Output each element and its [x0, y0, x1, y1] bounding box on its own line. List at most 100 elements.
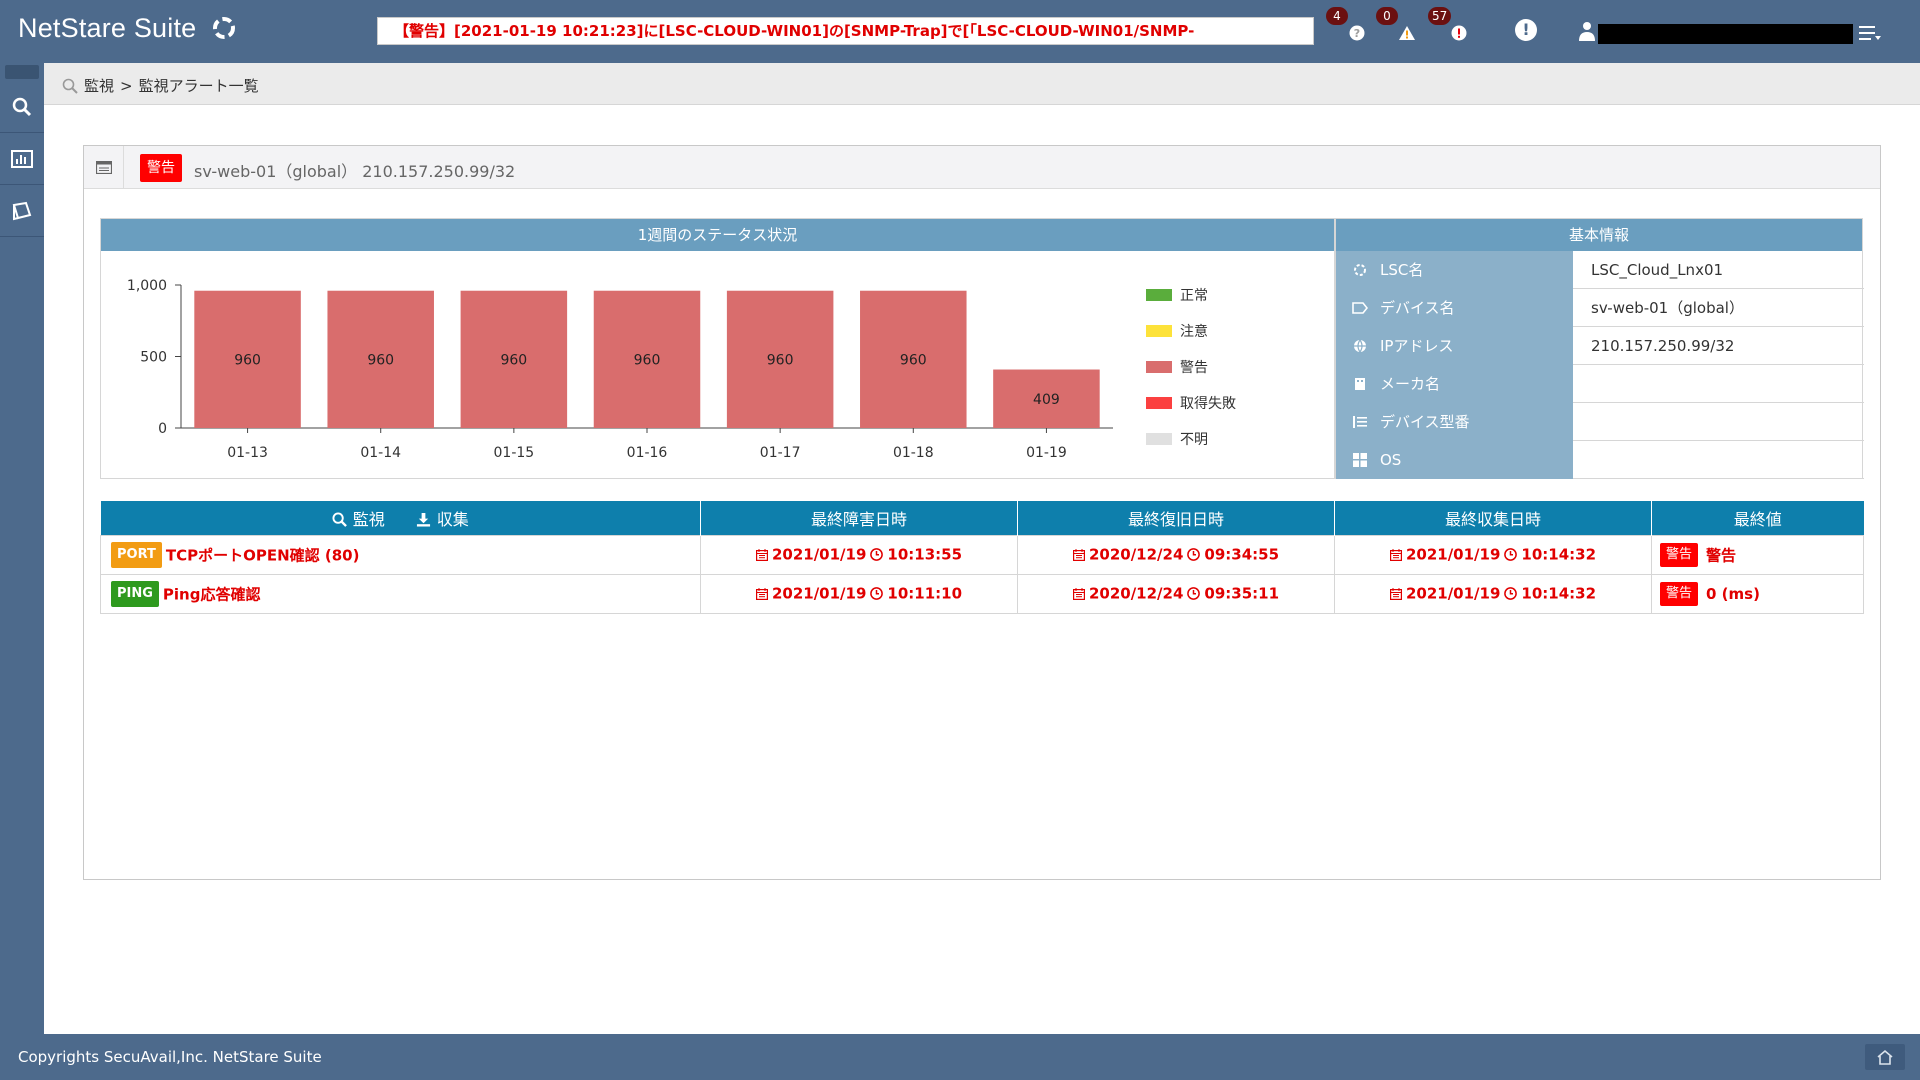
copyright-text: Copyrights SecuAvail,Inc. NetStare Suite: [18, 1048, 322, 1066]
fail-time: 10:11:10: [887, 584, 963, 603]
info-key-label: OS: [1380, 451, 1402, 469]
info-row: メーカ名: [1336, 365, 1864, 403]
last-value: 警告: [1706, 546, 1737, 564]
col-last-value[interactable]: 最終値: [1651, 501, 1864, 535]
last-value: 0 (ms): [1706, 584, 1760, 603]
x-tick-label: 01-13: [227, 445, 268, 461]
last-failure-cell: 2021/01/19 10:11:10: [700, 573, 1018, 614]
user-name-redacted[interactable]: [1598, 24, 1853, 44]
bar-value-label: 409: [1033, 392, 1060, 408]
info-row: デバイス名 sv-web-01（global）: [1336, 289, 1864, 327]
last-recovery-cell: 2020/12/24 09:35:11: [1017, 573, 1335, 614]
info-key-label: デバイス型番: [1380, 413, 1470, 431]
svg-text:?: ?: [1353, 27, 1359, 40]
legend-label: 取得失敗: [1180, 395, 1236, 412]
fail-date: 2021/01/19: [771, 545, 867, 564]
info-row: OS: [1336, 441, 1864, 479]
sidebar-item-book[interactable]: [0, 185, 44, 237]
info-value: [1573, 365, 1864, 403]
x-tick-label: 01-16: [627, 445, 668, 461]
col-last-collect[interactable]: 最終収集日時: [1334, 501, 1652, 535]
sidebar-item-search[interactable]: [0, 81, 44, 133]
app-title[interactable]: NetStare Suite: [18, 13, 196, 44]
recover-time: 09:34:55: [1204, 545, 1280, 564]
clock-icon: [870, 548, 884, 562]
legend-swatch: [1146, 325, 1172, 337]
table-row[interactable]: PORT TCPポートOPEN確認 (80) 2021/01/19 10:13:55 2…: [100, 534, 1864, 575]
y-tick-label: 0: [158, 421, 167, 437]
collect-date: 2021/01/19: [1405, 545, 1501, 564]
table-row[interactable]: PING Ping応答確認 2021/01/19 10:11:10 2020/12/24…: [100, 573, 1864, 614]
info-value: [1573, 441, 1864, 479]
recover-date: 2020/12/24: [1088, 545, 1184, 564]
table-header-row: 監視 収集 最終障害日時 最終復旧日時 最終収集日時 最終値: [100, 501, 1864, 535]
caution-count-badge: 0: [1376, 7, 1398, 25]
col-last-failure[interactable]: 最終障害日時: [700, 501, 1018, 535]
x-tick-label: 01-17: [760, 445, 801, 461]
legend-swatch: [1146, 361, 1172, 373]
caution-alert-button[interactable]: 0: [1376, 7, 1423, 49]
monitor-table: 監視 収集 最終障害日時 最終復旧日時 最終収集日時 最終値 PORT TCPポー…: [100, 501, 1864, 614]
x-tick-label: 01-14: [360, 445, 401, 461]
last-recovery-cell: 2020/12/24 09:34:55: [1017, 534, 1335, 575]
x-tick-label: 01-15: [494, 445, 535, 461]
info-key: デバイス名: [1336, 289, 1573, 327]
error-alert-button[interactable]: 57: [1428, 7, 1475, 49]
collect-date: 2021/01/19: [1405, 584, 1501, 603]
breadcrumb-current[interactable]: 監視アラート一覧: [139, 75, 259, 96]
calendar-icon: [1072, 548, 1085, 561]
panel-toggle-button[interactable]: [84, 146, 124, 189]
monitor-type-badge: PORT: [111, 541, 162, 568]
window-icon: [95, 161, 112, 174]
monitor-type-badge: PING: [111, 580, 159, 607]
bar-value-label: 960: [634, 352, 661, 368]
bar-value-label: 960: [767, 352, 794, 368]
gear-icon: [1352, 263, 1368, 277]
menu-icon[interactable]: [1859, 25, 1881, 41]
clock-icon: [1187, 548, 1201, 562]
sidebar-collapse-handle[interactable]: [5, 65, 39, 79]
recover-time: 09:35:11: [1204, 584, 1280, 603]
info-icon[interactable]: !: [1515, 19, 1537, 41]
alert-ticker[interactable]: 【警告】[2021-01-19 10:21:23]に[LSC-CLOUD-WIN…: [377, 17, 1314, 45]
legend-label: 不明: [1180, 432, 1208, 448]
monitor-name-link[interactable]: Ping応答確認: [163, 585, 261, 603]
info-row: IPアドレス 210.157.250.99/32: [1336, 327, 1864, 365]
user-icon[interactable]: [1578, 20, 1596, 42]
bar-chart-icon: [11, 149, 33, 168]
calendar-icon: [1389, 548, 1402, 561]
info-value: [1573, 403, 1864, 441]
book-icon: [12, 201, 32, 220]
error-count-badge: 57: [1428, 7, 1452, 25]
clock-icon: [870, 587, 884, 601]
last-status-tag: 警告: [1660, 581, 1699, 606]
globe-icon: [1352, 339, 1368, 353]
warning-triangle-icon: [1398, 26, 1415, 40]
bar-value-label: 960: [234, 352, 261, 368]
calendar-icon: [755, 548, 768, 561]
breadcrumb-root[interactable]: 監視: [84, 75, 114, 96]
monitor-name-cell[interactable]: PORT TCPポートOPEN確認 (80): [100, 534, 701, 575]
collect-tab[interactable]: 収集: [416, 510, 469, 529]
breadcrumb-bar: 監視 > 監視アラート一覧: [44, 63, 1920, 105]
unknown-count-badge: 4: [1326, 7, 1348, 25]
monitor-name-link[interactable]: TCPポートOPEN確認 (80): [166, 546, 360, 564]
download-icon: [416, 512, 430, 527]
info-key-label: メーカ名: [1380, 375, 1441, 393]
monitor-collect-header: 監視 収集: [100, 501, 701, 535]
legend-swatch: [1146, 397, 1172, 409]
col-last-recovery[interactable]: 最終復旧日時: [1017, 501, 1335, 535]
sidebar-item-report[interactable]: [0, 133, 44, 185]
monitor-tab[interactable]: 監視: [332, 510, 390, 529]
device-title: sv-web-01（global） 210.157.250.99/32: [194, 162, 516, 181]
bar-value-label: 960: [367, 352, 394, 368]
unknown-alert-button[interactable]: 4 ?: [1326, 7, 1373, 49]
x-tick-label: 01-18: [893, 445, 934, 461]
bar-value-label: 960: [500, 352, 527, 368]
monitor-name-cell[interactable]: PING Ping応答確認: [100, 573, 701, 614]
home-button[interactable]: [1865, 1044, 1905, 1070]
calendar-icon: [1389, 587, 1402, 600]
app-logo-icon: [213, 17, 235, 39]
breadcrumb-separator: >: [120, 76, 133, 95]
tag-icon: [1352, 302, 1368, 314]
